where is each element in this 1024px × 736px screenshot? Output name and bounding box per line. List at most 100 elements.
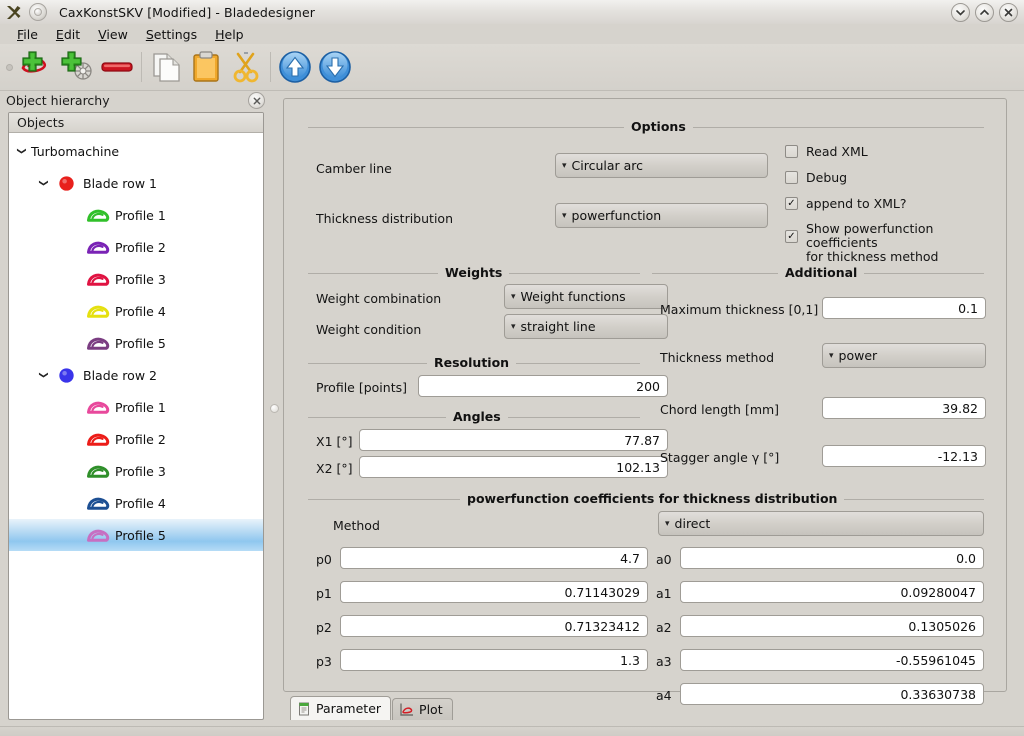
move-down-button[interactable] xyxy=(315,46,355,88)
method-select[interactable]: ▾ direct xyxy=(658,511,984,536)
app-x-logo-icon xyxy=(3,2,23,22)
tab-plot[interactable]: Plot xyxy=(392,698,453,720)
tree-item-profile-3-d10[interactable]: Profile 3 xyxy=(9,455,263,487)
coefficient-p0-label: p0 xyxy=(316,552,332,567)
debug-checkbox[interactable]: Debug xyxy=(785,171,847,185)
coefficient-a2-input[interactable]: 0.1305026 xyxy=(680,615,984,637)
coefficient-p0-input[interactable]: 4.7 xyxy=(340,547,648,569)
add-profile-button[interactable] xyxy=(17,46,57,88)
menu-file[interactable]: File xyxy=(8,26,47,43)
menu-settings[interactable]: Settings xyxy=(137,26,206,43)
chevron-down-icon[interactable]: ❯ xyxy=(38,175,48,191)
x2-angle-label: X2 [°] xyxy=(316,461,353,476)
x2-angle-input[interactable]: 102.13 xyxy=(359,456,668,478)
coefficient-a1-label: a1 xyxy=(656,586,672,601)
coefficient-p2-input[interactable]: 0.71323412 xyxy=(340,615,648,637)
menu-view[interactable]: View xyxy=(89,26,137,43)
chord-length-input[interactable]: 39.82 xyxy=(822,397,986,419)
camber-line-select[interactable]: ▾ Circular arc xyxy=(555,153,768,178)
append-to-xml-label: append to XML? xyxy=(806,196,907,211)
close-button[interactable] xyxy=(999,3,1018,22)
profile-points-input[interactable]: 200 xyxy=(418,375,668,397)
x1-angle-input[interactable]: 77.87 xyxy=(359,429,668,451)
panel-splitter-handle[interactable] xyxy=(270,404,279,413)
coefficient-a3-input[interactable]: -0.55961045 xyxy=(680,649,984,671)
chevron-down-icon[interactable]: ❯ xyxy=(16,143,26,159)
stagger-angle-input[interactable]: -12.13 xyxy=(822,445,986,467)
tab-parameter[interactable]: Parameter xyxy=(290,696,392,720)
tree-item-label: Profile 4 xyxy=(115,303,166,319)
toolbar-grip[interactable] xyxy=(6,63,13,71)
tree-item-profile-1-d8[interactable]: Profile 1 xyxy=(9,391,263,423)
show-powerfunction-coefficients-checkbox[interactable]: ✓ Show powerfunction coefficients for th… xyxy=(785,222,984,264)
coefficient-p3-input[interactable]: 1.3 xyxy=(340,649,648,671)
minimize-button[interactable] xyxy=(951,3,970,22)
blade-row-icon xyxy=(51,367,81,384)
chevron-down-icon: ▾ xyxy=(511,321,516,332)
camber-line-label: Camber line xyxy=(316,161,392,176)
coefficient-a0-input[interactable]: 0.0 xyxy=(680,547,984,569)
window-title: CaxKonstSKV [Modified] - Bladedesigner xyxy=(59,4,315,20)
cut-button[interactable] xyxy=(226,46,266,88)
parameter-panel: Options Camber line ▾ Circular arc Thick… xyxy=(283,98,1007,705)
copy-button[interactable] xyxy=(146,46,186,88)
coefficient-p1-label: p1 xyxy=(316,586,332,601)
checkbox-box xyxy=(785,145,798,158)
coefficient-a3-label: a3 xyxy=(656,654,672,669)
coefficient-p0-value: 4.7 xyxy=(620,550,640,566)
options-group: Options Camber line ▾ Circular arc Thick… xyxy=(308,119,984,264)
profile-points-label: Profile [points] xyxy=(316,380,407,395)
weight-condition-select[interactable]: ▾ straight line xyxy=(504,314,668,339)
tree-item-profile-5-d6[interactable]: Profile 5 xyxy=(9,327,263,359)
blade-profile-icon xyxy=(83,207,113,223)
tree-item-label: Profile 1 xyxy=(115,399,166,415)
window-menu-button[interactable] xyxy=(29,3,47,21)
angles-group: Angles X1 [°] 77.87 X2 [°] 102.13 xyxy=(308,409,668,487)
paste-button[interactable] xyxy=(186,46,226,88)
menu-help[interactable]: Help xyxy=(206,26,253,43)
chevron-down-icon[interactable]: ❯ xyxy=(38,367,48,383)
chord-length-label: Chord length [mm] xyxy=(660,402,780,417)
coefficient-a2-label: a2 xyxy=(656,620,672,635)
dock-close-icon[interactable] xyxy=(248,92,265,109)
coefficient-p2-value: 0.71323412 xyxy=(564,618,640,634)
angles-group-title: Angles xyxy=(446,409,508,424)
tree-item-profile-1-d2[interactable]: Profile 1 xyxy=(9,199,263,231)
thickness-method-select[interactable]: ▾ power xyxy=(822,343,986,368)
tree-item-blade-row-1[interactable]: ❯ Blade row 1 xyxy=(9,167,263,199)
tree-item-profile-2-d9[interactable]: Profile 2 xyxy=(9,423,263,455)
tree-item-blade-row-2[interactable]: ❯ Blade row 2 xyxy=(9,359,263,391)
window-controls xyxy=(951,3,1018,22)
weights-group: Weights Weight combination ▾ Weight func… xyxy=(308,265,668,345)
tree-item-profile-5-d12[interactable]: Profile 5 xyxy=(9,519,263,551)
append-to-xml-checkbox[interactable]: ✓ append to XML? xyxy=(785,197,907,211)
add-blade-row-button[interactable] xyxy=(57,46,97,88)
tree-header-label: Objects xyxy=(17,115,65,130)
tree-item-label: Profile 2 xyxy=(115,431,166,447)
thickness-distribution-value: powerfunction xyxy=(571,208,662,223)
coefficient-a1-value: 0.09280047 xyxy=(900,584,976,600)
coefficient-a1-input[interactable]: 0.09280047 xyxy=(680,581,984,603)
weight-combination-select[interactable]: ▾ Weight functions xyxy=(504,284,668,309)
move-up-button[interactable] xyxy=(275,46,315,88)
thickness-method-label: Thickness method xyxy=(660,350,775,365)
tree-item-profile-2-d3[interactable]: Profile 2 xyxy=(9,231,263,263)
read-xml-checkbox[interactable]: Read XML xyxy=(785,145,868,159)
coefficient-a4-input[interactable]: 0.33630738 xyxy=(680,683,984,705)
tree-item-label: Profile 5 xyxy=(115,335,166,351)
tree-item-turbomachine[interactable]: ❯ Turbomachine xyxy=(9,135,263,167)
remove-button[interactable] xyxy=(97,46,137,88)
maximize-button[interactable] xyxy=(975,3,994,22)
tree-item-profile-3-d4[interactable]: Profile 3 xyxy=(9,263,263,295)
coefficient-p1-input[interactable]: 0.71143029 xyxy=(340,581,648,603)
tree-item-profile-4-d5[interactable]: Profile 4 xyxy=(9,295,263,327)
tree-item-profile-4-d11[interactable]: Profile 4 xyxy=(9,487,263,519)
thickness-distribution-select[interactable]: ▾ powerfunction xyxy=(555,203,768,228)
coefficient-a3-value: -0.55961045 xyxy=(895,652,976,668)
menu-edit[interactable]: Edit xyxy=(47,26,89,43)
status-bar xyxy=(0,726,1024,736)
object-hierarchy-dock-title: Object hierarchy xyxy=(6,90,270,110)
menu-file-rest: ile xyxy=(23,26,38,42)
max-thickness-input[interactable]: 0.1 xyxy=(822,297,986,319)
read-xml-label: Read XML xyxy=(806,144,868,159)
